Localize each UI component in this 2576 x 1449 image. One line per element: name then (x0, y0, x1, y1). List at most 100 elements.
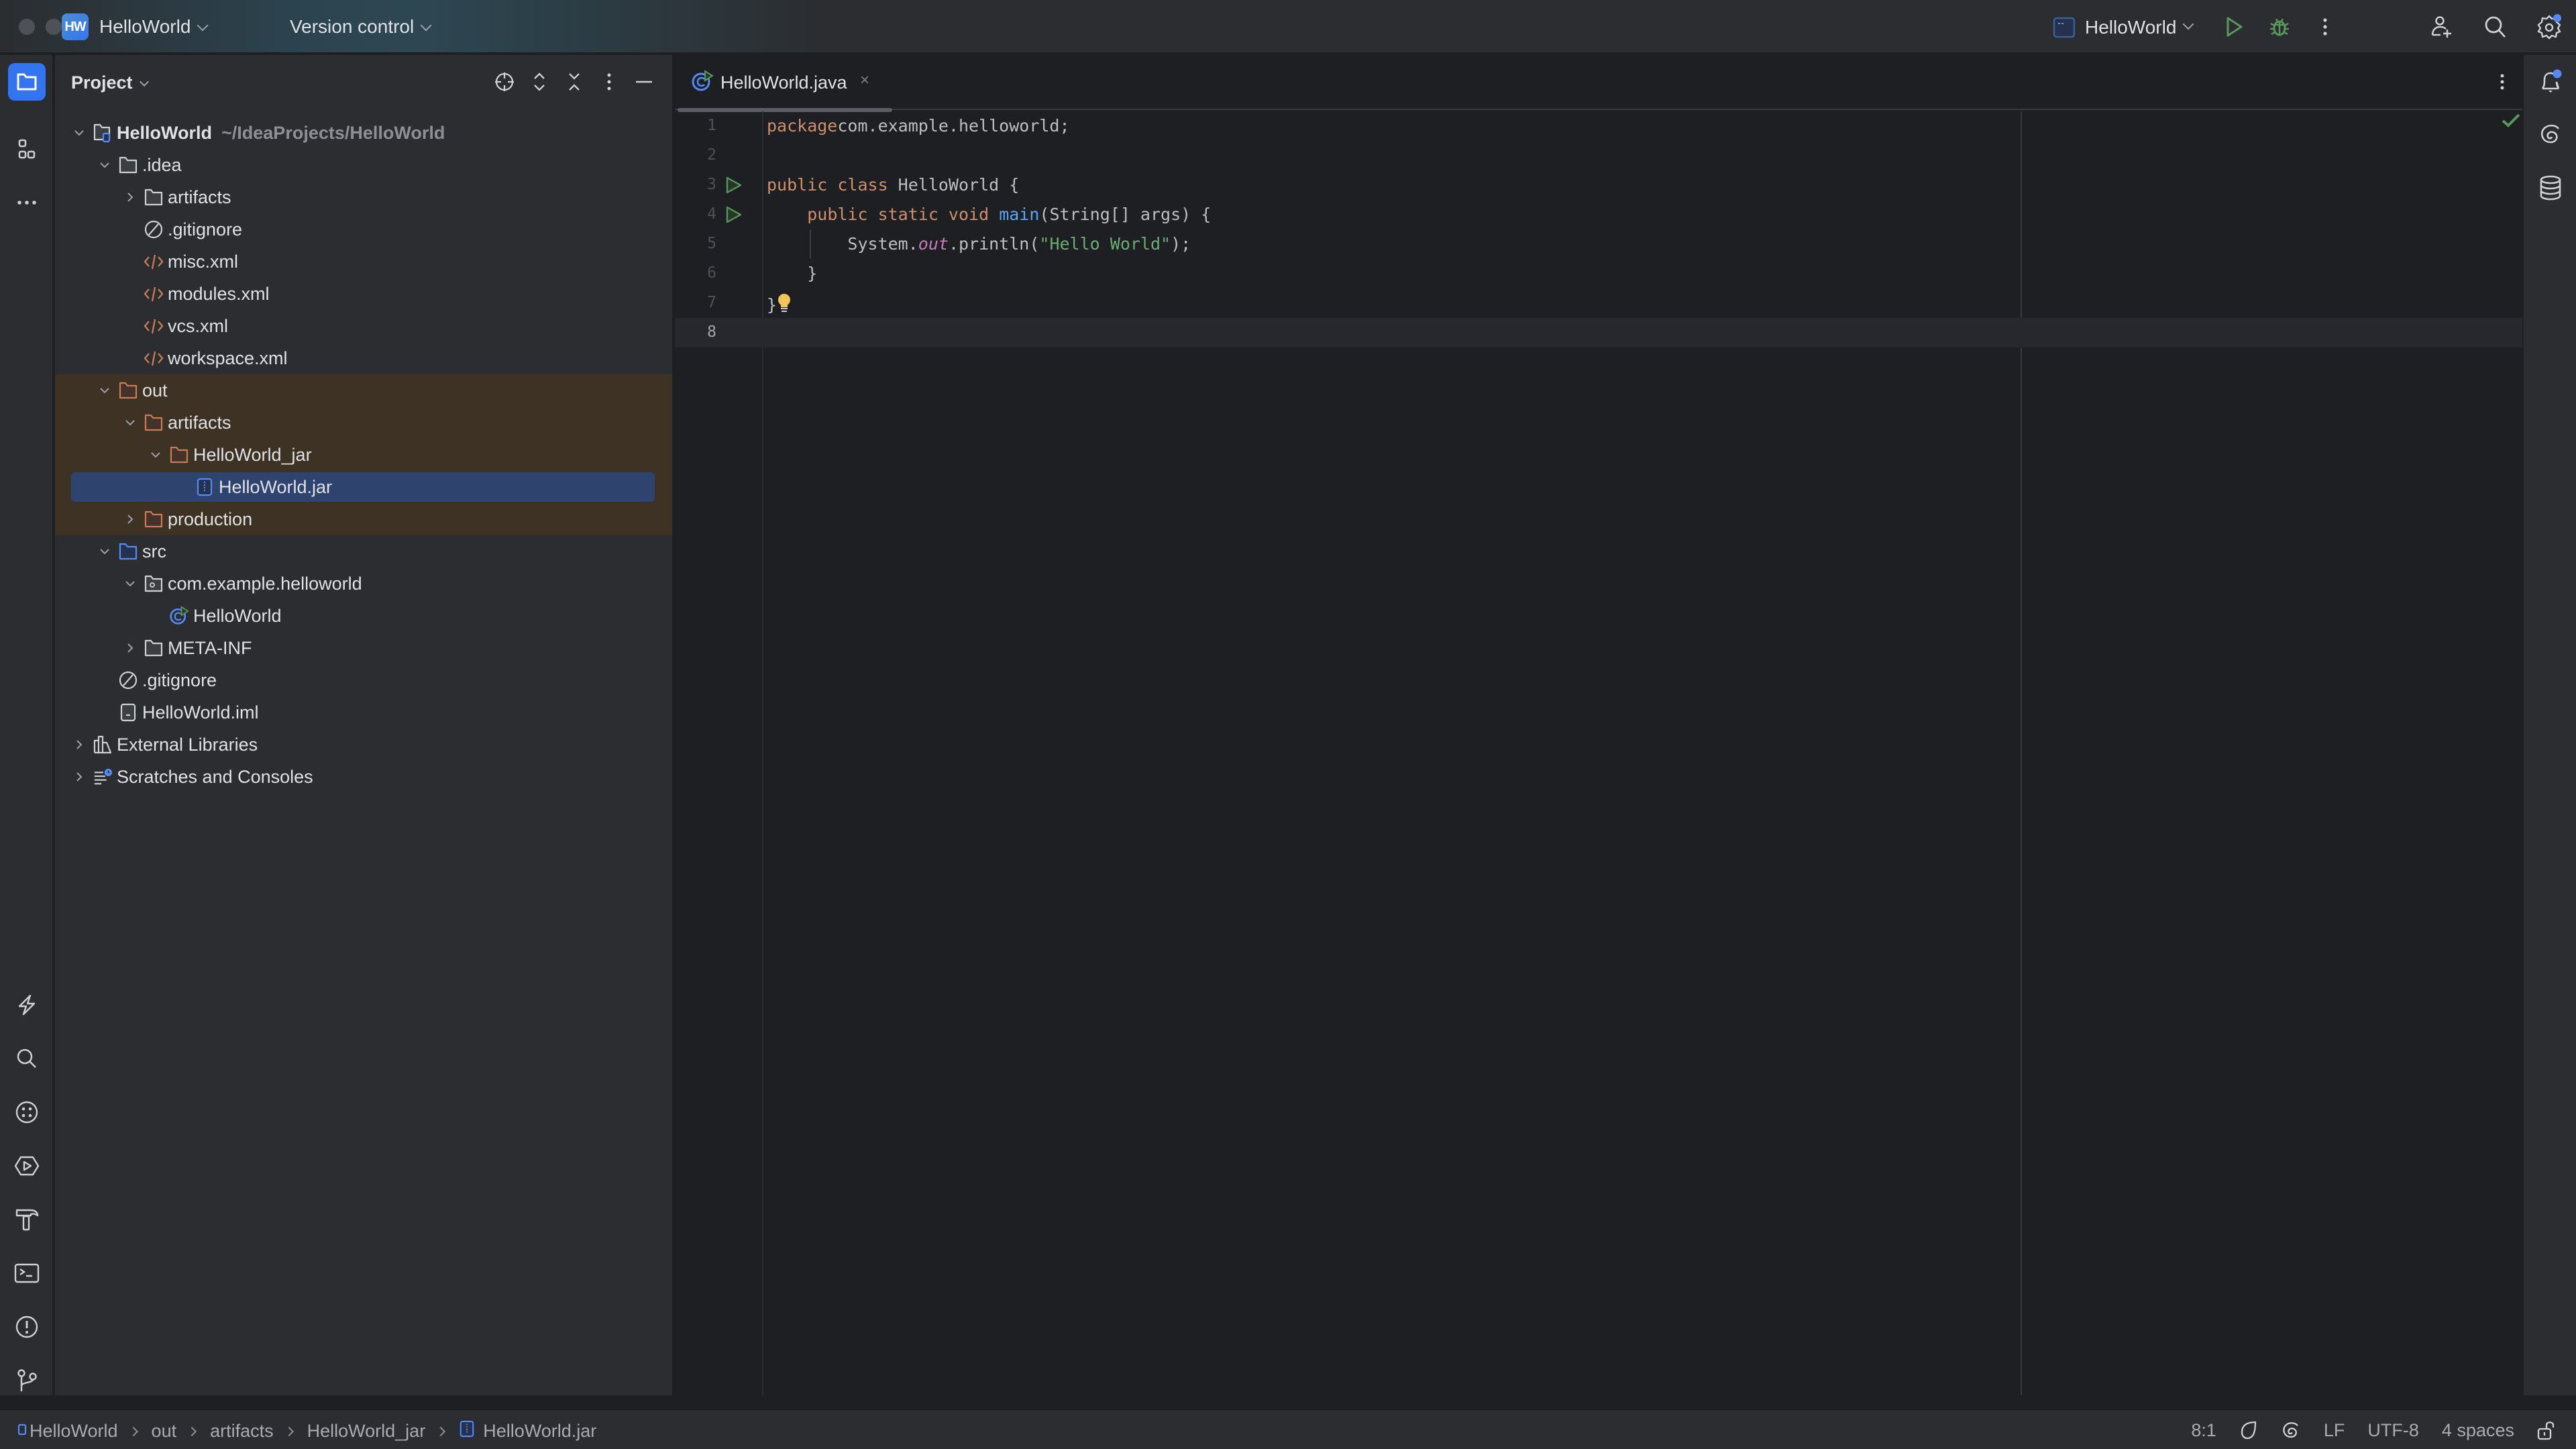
project-options-button[interactable] (596, 68, 623, 95)
tree-item[interactable]: src (55, 535, 672, 568)
gutter-run-icon[interactable] (724, 176, 743, 195)
window-minimize-button[interactable] (46, 19, 62, 35)
code-line[interactable]: 7} (675, 288, 2524, 318)
tree-item[interactable]: HelloWorld ~/IdeaProjects/HelloWorld (55, 117, 672, 149)
structure-tool-button[interactable] (8, 130, 46, 168)
tree-item[interactable]: production (55, 503, 672, 535)
run-tool-button[interactable] (8, 1147, 46, 1185)
code-line[interactable]: 3 public class HelloWorld { (675, 170, 2524, 200)
hide-panel-button[interactable] (631, 68, 657, 95)
tree-item[interactable]: .gitignore (55, 213, 672, 246)
chevron-down-icon[interactable] (98, 158, 111, 172)
chevron-down-icon[interactable] (72, 126, 86, 140)
project-tool-button[interactable] (8, 63, 46, 101)
tree-item[interactable]: vcs.xml (55, 310, 672, 342)
build-tool-button[interactable] (8, 1201, 46, 1238)
tree-item[interactable]: workspace.xml (55, 342, 672, 374)
notifications-button[interactable] (2534, 66, 2567, 98)
code-editor[interactable]: 1 packagecom.example.helloworld; 2 3 public … (675, 111, 2524, 347)
search-everywhere-button[interactable] (2482, 13, 2509, 40)
code-line[interactable]: 6 } (675, 259, 2524, 288)
file-encoding[interactable]: UTF-8 (2367, 1420, 2419, 1441)
version-control-label: Version control (290, 16, 415, 37)
tree-item[interactable]: META-INF (55, 632, 672, 664)
version-control-menu[interactable]: Version control (290, 16, 432, 38)
project-selector[interactable]: HelloWorld (99, 16, 209, 38)
gutter-run-icon[interactable] (724, 205, 743, 224)
indent-setting[interactable]: 4 spaces (2442, 1420, 2514, 1441)
run-configuration-selector[interactable]: HelloWorld (2053, 16, 2194, 39)
chevron-right-icon[interactable] (123, 191, 137, 204)
terminal-tool-button[interactable] (8, 1254, 46, 1292)
chevron-down-icon[interactable] (98, 545, 111, 558)
chevron-down-icon[interactable] (98, 384, 111, 397)
chevron-right-icon[interactable] (72, 770, 86, 784)
breadcrumb-item[interactable]: artifacts (210, 1421, 274, 1442)
tree-item[interactable]: artifacts (55, 181, 672, 213)
tree-item[interactable]: HelloWorld (55, 600, 672, 632)
database-button[interactable] (2534, 172, 2567, 204)
power-save-button[interactable] (8, 986, 46, 1024)
line-separator[interactable]: LF (2324, 1420, 2345, 1441)
tree-item[interactable]: HelloWorld_jar (55, 439, 672, 471)
tree-item[interactable]: .gitignore (55, 664, 672, 696)
tree-item[interactable]: misc.xml (55, 246, 672, 278)
settings-button[interactable] (2536, 13, 2563, 40)
chevron-right-icon[interactable] (123, 641, 137, 655)
breadcrumb-item[interactable]: HelloWorld.jar (483, 1421, 596, 1442)
chevron-down-icon[interactable] (149, 448, 162, 462)
git-tool-button[interactable] (8, 1362, 46, 1399)
project-view-selector[interactable]: Project (71, 72, 149, 93)
more-tool-windows-button[interactable] (8, 184, 46, 221)
intention-bulb-icon[interactable] (777, 294, 792, 315)
services-tool-button[interactable] (8, 1093, 46, 1131)
excluded-folder-icon (118, 380, 138, 400)
caret-position[interactable]: 8:1 (2191, 1420, 2216, 1441)
tree-item[interactable]: artifacts (55, 407, 672, 439)
breadcrumb-item[interactable]: HelloWorld_jar (307, 1421, 426, 1442)
tree-item[interactable]: HelloWorld.jar (55, 471, 672, 503)
select-opened-file-button[interactable] (491, 68, 518, 95)
tree-item[interactable]: modules.xml (55, 278, 672, 310)
more-actions-button[interactable] (2312, 13, 2339, 40)
chevron-down-icon[interactable] (123, 577, 137, 590)
run-button[interactable] (2220, 13, 2247, 40)
tab-helloworld-java[interactable]: HelloWorld.java × (675, 55, 892, 112)
project-badge[interactable]: HW (62, 13, 89, 40)
collapse-all-button[interactable] (561, 68, 588, 95)
tree-item[interactable]: out (55, 374, 672, 407)
tree-item-label: com.example.helloworld (168, 573, 362, 594)
chevron-right-icon[interactable] (72, 738, 86, 751)
check-icon[interactable] (2501, 113, 2521, 129)
expand-all-button[interactable] (526, 68, 553, 95)
editor-tab-options-button[interactable] (2489, 68, 2516, 95)
ai-assistant-status-icon[interactable] (2281, 1420, 2301, 1440)
services-icon (15, 1101, 38, 1124)
locate-icon (495, 72, 514, 91)
problems-tool-button[interactable] (8, 1308, 46, 1346)
tree-item[interactable]: .idea (55, 149, 672, 181)
tree-item[interactable]: HelloWorld.iml (55, 696, 672, 729)
chevron-right-icon[interactable] (123, 513, 137, 526)
code-line[interactable]: 5 System.out.println("Hello World"); (675, 229, 2524, 259)
chevron-down-icon[interactable] (123, 416, 137, 429)
breadcrumb-item[interactable]: HelloWorld (30, 1421, 118, 1442)
close-tab-icon[interactable]: × (860, 71, 869, 90)
window-close-button[interactable] (19, 19, 35, 35)
debug-button[interactable] (2266, 13, 2293, 40)
find-tool-button[interactable] (8, 1040, 46, 1077)
code-analysis-icon[interactable] (2239, 1420, 2258, 1440)
code-line[interactable]: 1 packagecom.example.helloworld; (675, 111, 2524, 141)
indent-guide (810, 229, 811, 259)
tree-item[interactable]: External Libraries (55, 729, 672, 761)
code-line[interactable]: 2 (675, 141, 2524, 170)
ai-assistant-button[interactable] (2534, 118, 2567, 150)
tree-item[interactable]: com.example.helloworld (55, 568, 672, 600)
code-with-me-button[interactable] (2428, 13, 2455, 40)
breadcrumb-item[interactable]: out (152, 1421, 177, 1442)
code-line[interactable]: 4 public static void main(String[] args)… (675, 200, 2524, 229)
tree-item[interactable]: Scratches and Consoles (55, 761, 672, 793)
code-line[interactable]: 8 (675, 318, 2524, 347)
gitignore-icon (144, 219, 164, 239)
unlock-icon[interactable] (2537, 1419, 2557, 1441)
